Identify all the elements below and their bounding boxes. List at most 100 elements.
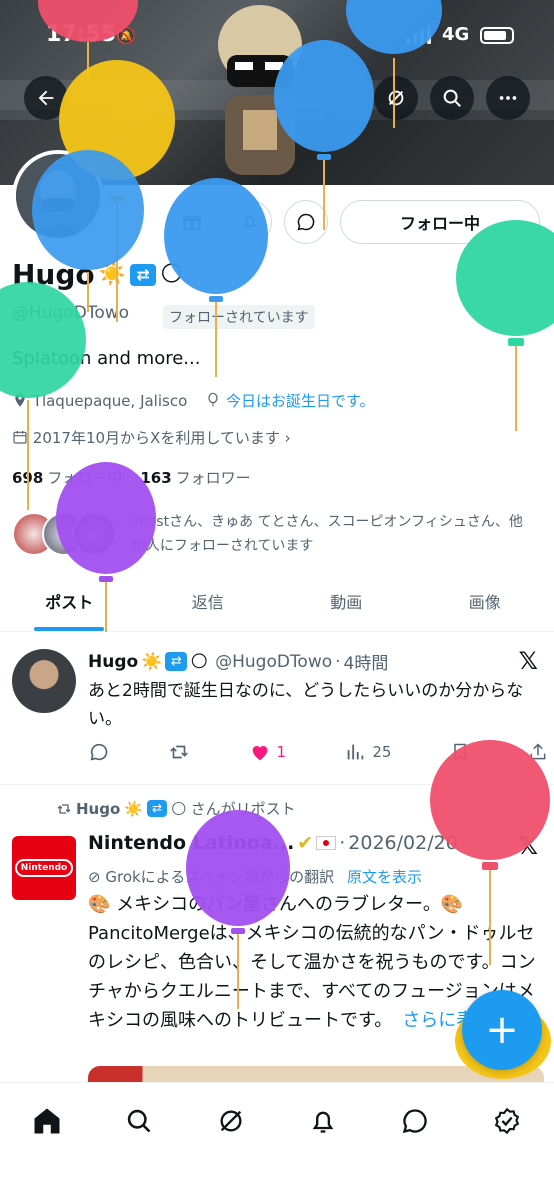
location-icon bbox=[15, 392, 25, 407]
joined-row[interactable]: 2017年10月からXを利用しています › bbox=[12, 427, 291, 448]
followers-count-link[interactable]: 163 フォロワー bbox=[140, 467, 250, 488]
profile-bio: Splatoon and more... bbox=[12, 348, 201, 369]
search-icon bbox=[443, 89, 461, 107]
nav-search[interactable] bbox=[119, 1101, 159, 1141]
post-header: Nintendo Latinoa... ✔ · 2026/02/20 bbox=[88, 832, 458, 854]
like-count: 1 bbox=[276, 743, 287, 761]
status-bar: 17:55 🔕 4G bbox=[0, 0, 554, 70]
views-button[interactable]: 25 bbox=[344, 741, 391, 763]
profile-name: Hugo bbox=[12, 258, 95, 291]
message-button[interactable] bbox=[284, 200, 328, 244]
followers-count: 163 bbox=[140, 469, 172, 487]
notify-subscribe-button[interactable] bbox=[228, 200, 272, 244]
show-original-link[interactable]: 原文を表示 bbox=[347, 868, 422, 886]
grok-button[interactable] bbox=[374, 76, 418, 120]
battery-icon bbox=[480, 27, 514, 44]
post-actions: 1 25 bbox=[88, 741, 548, 763]
post-date: 2026/02/20 bbox=[348, 832, 458, 854]
bookmark-button[interactable] bbox=[450, 741, 470, 763]
dot-separator: · bbox=[335, 651, 341, 672]
birthday-item[interactable]: 今日はお誕生日です。 bbox=[205, 390, 375, 411]
plus-icon: + bbox=[485, 1007, 519, 1053]
gift-icon bbox=[182, 216, 202, 231]
location-item: Tlaquepaque, Jalisco bbox=[12, 392, 187, 410]
mutual-followers-text: Ghostさん、きゅあ てとさん、スコーピオンフィシュさん、他30人にフォローさ… bbox=[128, 514, 523, 554]
retweet-icon bbox=[57, 803, 71, 814]
nintendo-logo-text: Nintendo bbox=[14, 859, 74, 877]
bottom-navigation bbox=[0, 1082, 554, 1200]
x-logo-icon: 𝕏 bbox=[518, 832, 538, 860]
message-icon bbox=[402, 1109, 427, 1134]
following-label: フォロー中 bbox=[47, 469, 123, 487]
search-button[interactable] bbox=[430, 76, 474, 120]
tab-posts[interactable]: ポスト bbox=[0, 580, 139, 631]
following-count-link[interactable]: 698 フォロー中 bbox=[12, 467, 122, 488]
balloon-green bbox=[456, 220, 554, 431]
bookmark-icon bbox=[453, 743, 466, 761]
repeat-emoji: ⇄ bbox=[146, 800, 167, 817]
calendar-icon bbox=[13, 431, 27, 444]
dot-separator: · bbox=[339, 832, 346, 854]
x-logo-icon: 𝕏 bbox=[518, 647, 538, 675]
post-author-avatar[interactable] bbox=[12, 649, 76, 713]
reply-button[interactable] bbox=[88, 741, 110, 763]
back-button[interactable] bbox=[24, 76, 68, 120]
grok-icon bbox=[220, 1110, 242, 1132]
heart-icon bbox=[252, 746, 267, 761]
tab-videos[interactable]: 動画 bbox=[277, 580, 416, 631]
translation-notice: ⊘ Grokによるスペイン語からの翻訳 原文を表示 bbox=[88, 866, 422, 887]
network-type: 4G bbox=[442, 24, 470, 45]
mutual-avatars bbox=[12, 512, 116, 556]
tab-replies[interactable]: 返信 bbox=[139, 580, 278, 631]
compose-post-button[interactable]: + bbox=[462, 990, 542, 1070]
following-button[interactable]: フォロー中 bbox=[340, 200, 540, 244]
translation-text: Grokによるスペイン語からの翻訳 bbox=[105, 868, 335, 886]
post-time: 4時間 bbox=[343, 654, 389, 674]
repost-author[interactable]: Hugo bbox=[76, 800, 120, 818]
profile-meta-row: Tlaquepaque, Jalisco 今日はお誕生日です。 bbox=[12, 390, 375, 411]
post-author-name[interactable]: Hugo bbox=[88, 652, 138, 672]
chevron-right-icon: › bbox=[284, 429, 291, 447]
nav-messages[interactable] bbox=[395, 1101, 435, 1141]
tab-images[interactable]: 画像 bbox=[416, 580, 554, 631]
repost-indicator: Hugo ☀️ ⇄ 🌕 さんがリポスト bbox=[56, 798, 296, 819]
mutual-followers[interactable]: Ghostさん、きゅあ てとさん、スコーピオンフィシュさん、他30人にフォローさ… bbox=[12, 510, 542, 558]
share-button[interactable] bbox=[528, 741, 548, 763]
like-button[interactable]: 1 bbox=[249, 741, 287, 763]
sun-emoji: ☀️ bbox=[141, 651, 163, 672]
view-count: 25 bbox=[372, 743, 392, 761]
sun-emoji: ☀️ bbox=[98, 262, 127, 287]
profile-avatar[interactable] bbox=[12, 150, 104, 242]
nav-premium[interactable] bbox=[487, 1101, 527, 1141]
nav-grok[interactable] bbox=[211, 1101, 251, 1141]
joined-text: 2017年10月からXを利用しています bbox=[32, 429, 280, 447]
follows-you-badge: フォローされています bbox=[163, 305, 315, 329]
nintendo-avatar[interactable]: Nintendo bbox=[12, 836, 76, 900]
share-icon bbox=[530, 743, 546, 760]
more-icon bbox=[499, 96, 517, 100]
message-icon bbox=[297, 213, 315, 231]
moon-emoji: 🌕 bbox=[160, 262, 183, 287]
post-item[interactable]: Hugo ☀️ ⇄ 🌕 @HugoDTowo · 4時間 𝕏 あと2時間で誕生日… bbox=[0, 633, 554, 785]
signal-icon bbox=[406, 26, 431, 44]
repeat-emoji: ⇄ bbox=[165, 652, 188, 671]
verified-badge-icon: ✔ bbox=[297, 832, 314, 854]
more-options-button[interactable] bbox=[486, 76, 530, 120]
location-text: Tlaquepaque, Jalisco bbox=[32, 391, 188, 410]
post-author-name[interactable]: Nintendo Latinoa... bbox=[88, 832, 294, 854]
nav-notifications[interactable] bbox=[303, 1101, 343, 1141]
gift-button[interactable] bbox=[170, 200, 214, 244]
follow-counts: 698 フォロー中 163 フォロワー bbox=[12, 467, 251, 488]
notifications-icon bbox=[312, 1111, 334, 1133]
grok-icon bbox=[388, 90, 404, 106]
silent-bell-icon: 🔕 bbox=[116, 26, 136, 45]
profile-name-row: Hugo ☀️ ⇄ 🌕 bbox=[12, 258, 183, 291]
sun-emoji: ☀️ bbox=[124, 799, 143, 818]
nav-home[interactable] bbox=[27, 1101, 67, 1141]
repeat-emoji: ⇄ bbox=[130, 263, 157, 286]
retweet-button[interactable] bbox=[168, 741, 190, 763]
reply-icon bbox=[90, 743, 108, 761]
moon-emoji: 🌕 bbox=[190, 651, 209, 672]
notify-icon bbox=[243, 215, 257, 230]
profile-tabs: ポスト 返信 動画 画像 bbox=[0, 580, 554, 632]
